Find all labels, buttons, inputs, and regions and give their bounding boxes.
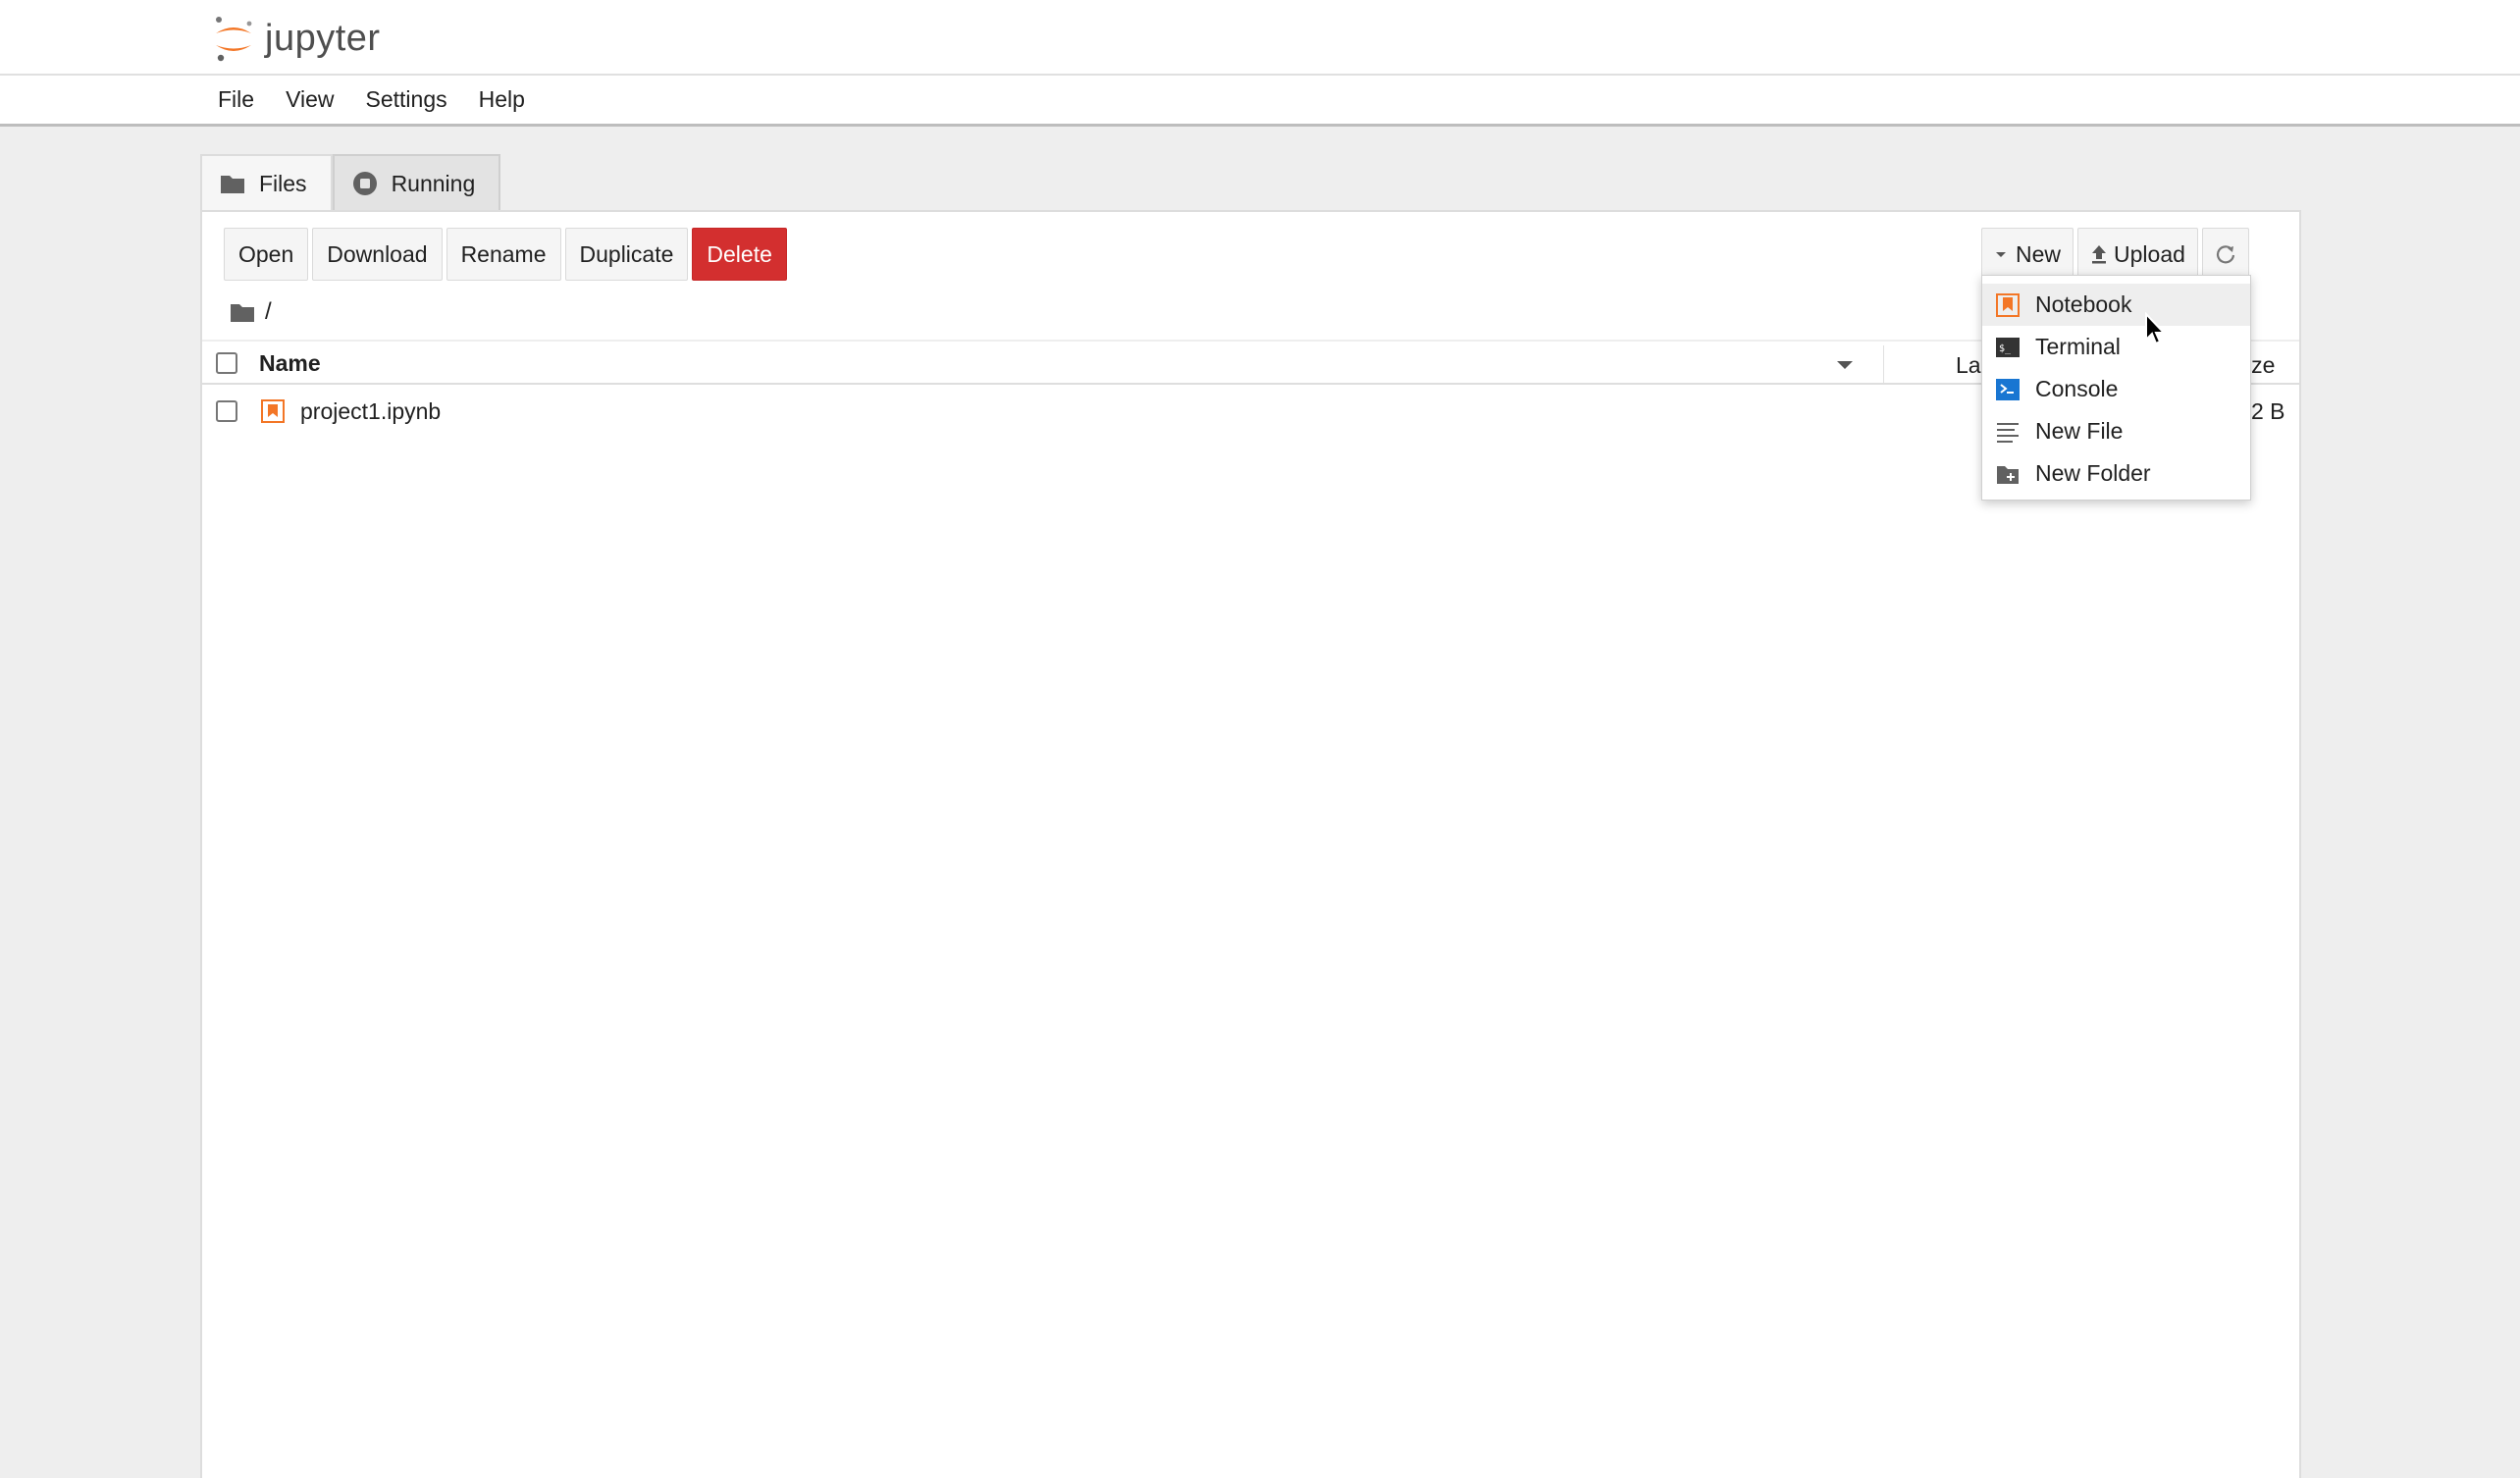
menu-file[interactable]: File — [202, 86, 270, 113]
folder-icon[interactable] — [230, 301, 255, 323]
menu-settings[interactable]: Settings — [350, 86, 463, 113]
new-folder-icon — [1996, 462, 2020, 486]
text-file-icon — [1996, 420, 2020, 444]
menu-view[interactable]: View — [270, 86, 349, 113]
terminal-icon: $_ — [1996, 336, 2020, 359]
column-divider[interactable] — [1883, 345, 1884, 383]
folder-icon — [220, 173, 245, 194]
menu-item-label: Console — [2035, 376, 2119, 401]
jupyter-logo-icon — [216, 17, 252, 62]
menu-item-notebook[interactable]: Notebook — [1982, 284, 2250, 326]
sort-caret-icon[interactable] — [1837, 361, 1853, 369]
upload-icon — [2092, 245, 2107, 264]
tab-files[interactable]: Files — [200, 154, 333, 211]
top-header: jupyter — [0, 0, 2520, 76]
tab-bar: Files Running — [200, 154, 501, 211]
file-toolbar: Open Download Rename Duplicate Delete — [224, 228, 787, 281]
menu-item-label: New File — [2035, 418, 2124, 444]
menu-help[interactable]: Help — [463, 86, 541, 113]
refresh-button[interactable] — [2201, 228, 2249, 281]
row-checkbox[interactable] — [216, 400, 237, 422]
new-dropdown-menu: Notebook $_ Terminal Console New File Ne… — [1981, 275, 2251, 501]
notebook-icon — [261, 399, 285, 428]
new-button-label: New — [2016, 240, 2062, 267]
menu-item-label: Notebook — [2035, 291, 2132, 317]
svg-text:$_: $_ — [1999, 343, 2012, 354]
menu-item-console[interactable]: Console — [1982, 368, 2250, 410]
open-button[interactable]: Open — [224, 228, 309, 281]
rename-button[interactable]: Rename — [446, 228, 561, 281]
notebook-icon — [1996, 292, 2020, 317]
duplicate-button[interactable]: Duplicate — [564, 228, 689, 281]
tab-running-label: Running — [391, 170, 476, 196]
file-name[interactable]: project1.ipynb — [300, 398, 441, 425]
menu-item-new-folder[interactable]: New Folder — [1982, 452, 2250, 495]
logo-text: jupyter — [265, 17, 381, 59]
delete-button[interactable]: Delete — [692, 228, 787, 281]
tab-files-label: Files — [259, 170, 307, 196]
menu-bar: File View Settings Help — [0, 76, 2520, 127]
download-button[interactable]: Download — [312, 228, 443, 281]
console-icon — [1996, 378, 2020, 401]
mouse-cursor-icon — [2145, 312, 2167, 345]
breadcrumb-path[interactable]: / — [265, 298, 272, 326]
breadcrumb: / — [230, 298, 272, 326]
select-all-checkbox[interactable] — [216, 352, 237, 374]
menu-item-new-file[interactable]: New File — [1982, 410, 2250, 452]
jupyter-logo[interactable]: jupyter — [212, 14, 381, 63]
menu-item-label: Terminal — [2035, 334, 2121, 359]
stop-circle-icon — [352, 171, 378, 196]
file-size: 2 B — [2251, 398, 2285, 424]
upload-button-label: Upload — [2114, 240, 2185, 267]
menu-item-terminal[interactable]: $_ Terminal — [1982, 326, 2250, 368]
right-toolbar: New Upload — [1981, 228, 2249, 281]
upload-button[interactable]: Upload — [2077, 228, 2198, 281]
new-button[interactable]: New — [1981, 228, 2074, 281]
column-header-name[interactable]: Name — [259, 350, 321, 377]
caret-down-icon — [1996, 252, 2006, 257]
refresh-icon — [2216, 245, 2235, 264]
menu-item-label: New Folder — [2035, 460, 2151, 486]
column-header-last-modified[interactable]: La — [1956, 352, 1981, 379]
tab-running[interactable]: Running — [332, 154, 501, 211]
